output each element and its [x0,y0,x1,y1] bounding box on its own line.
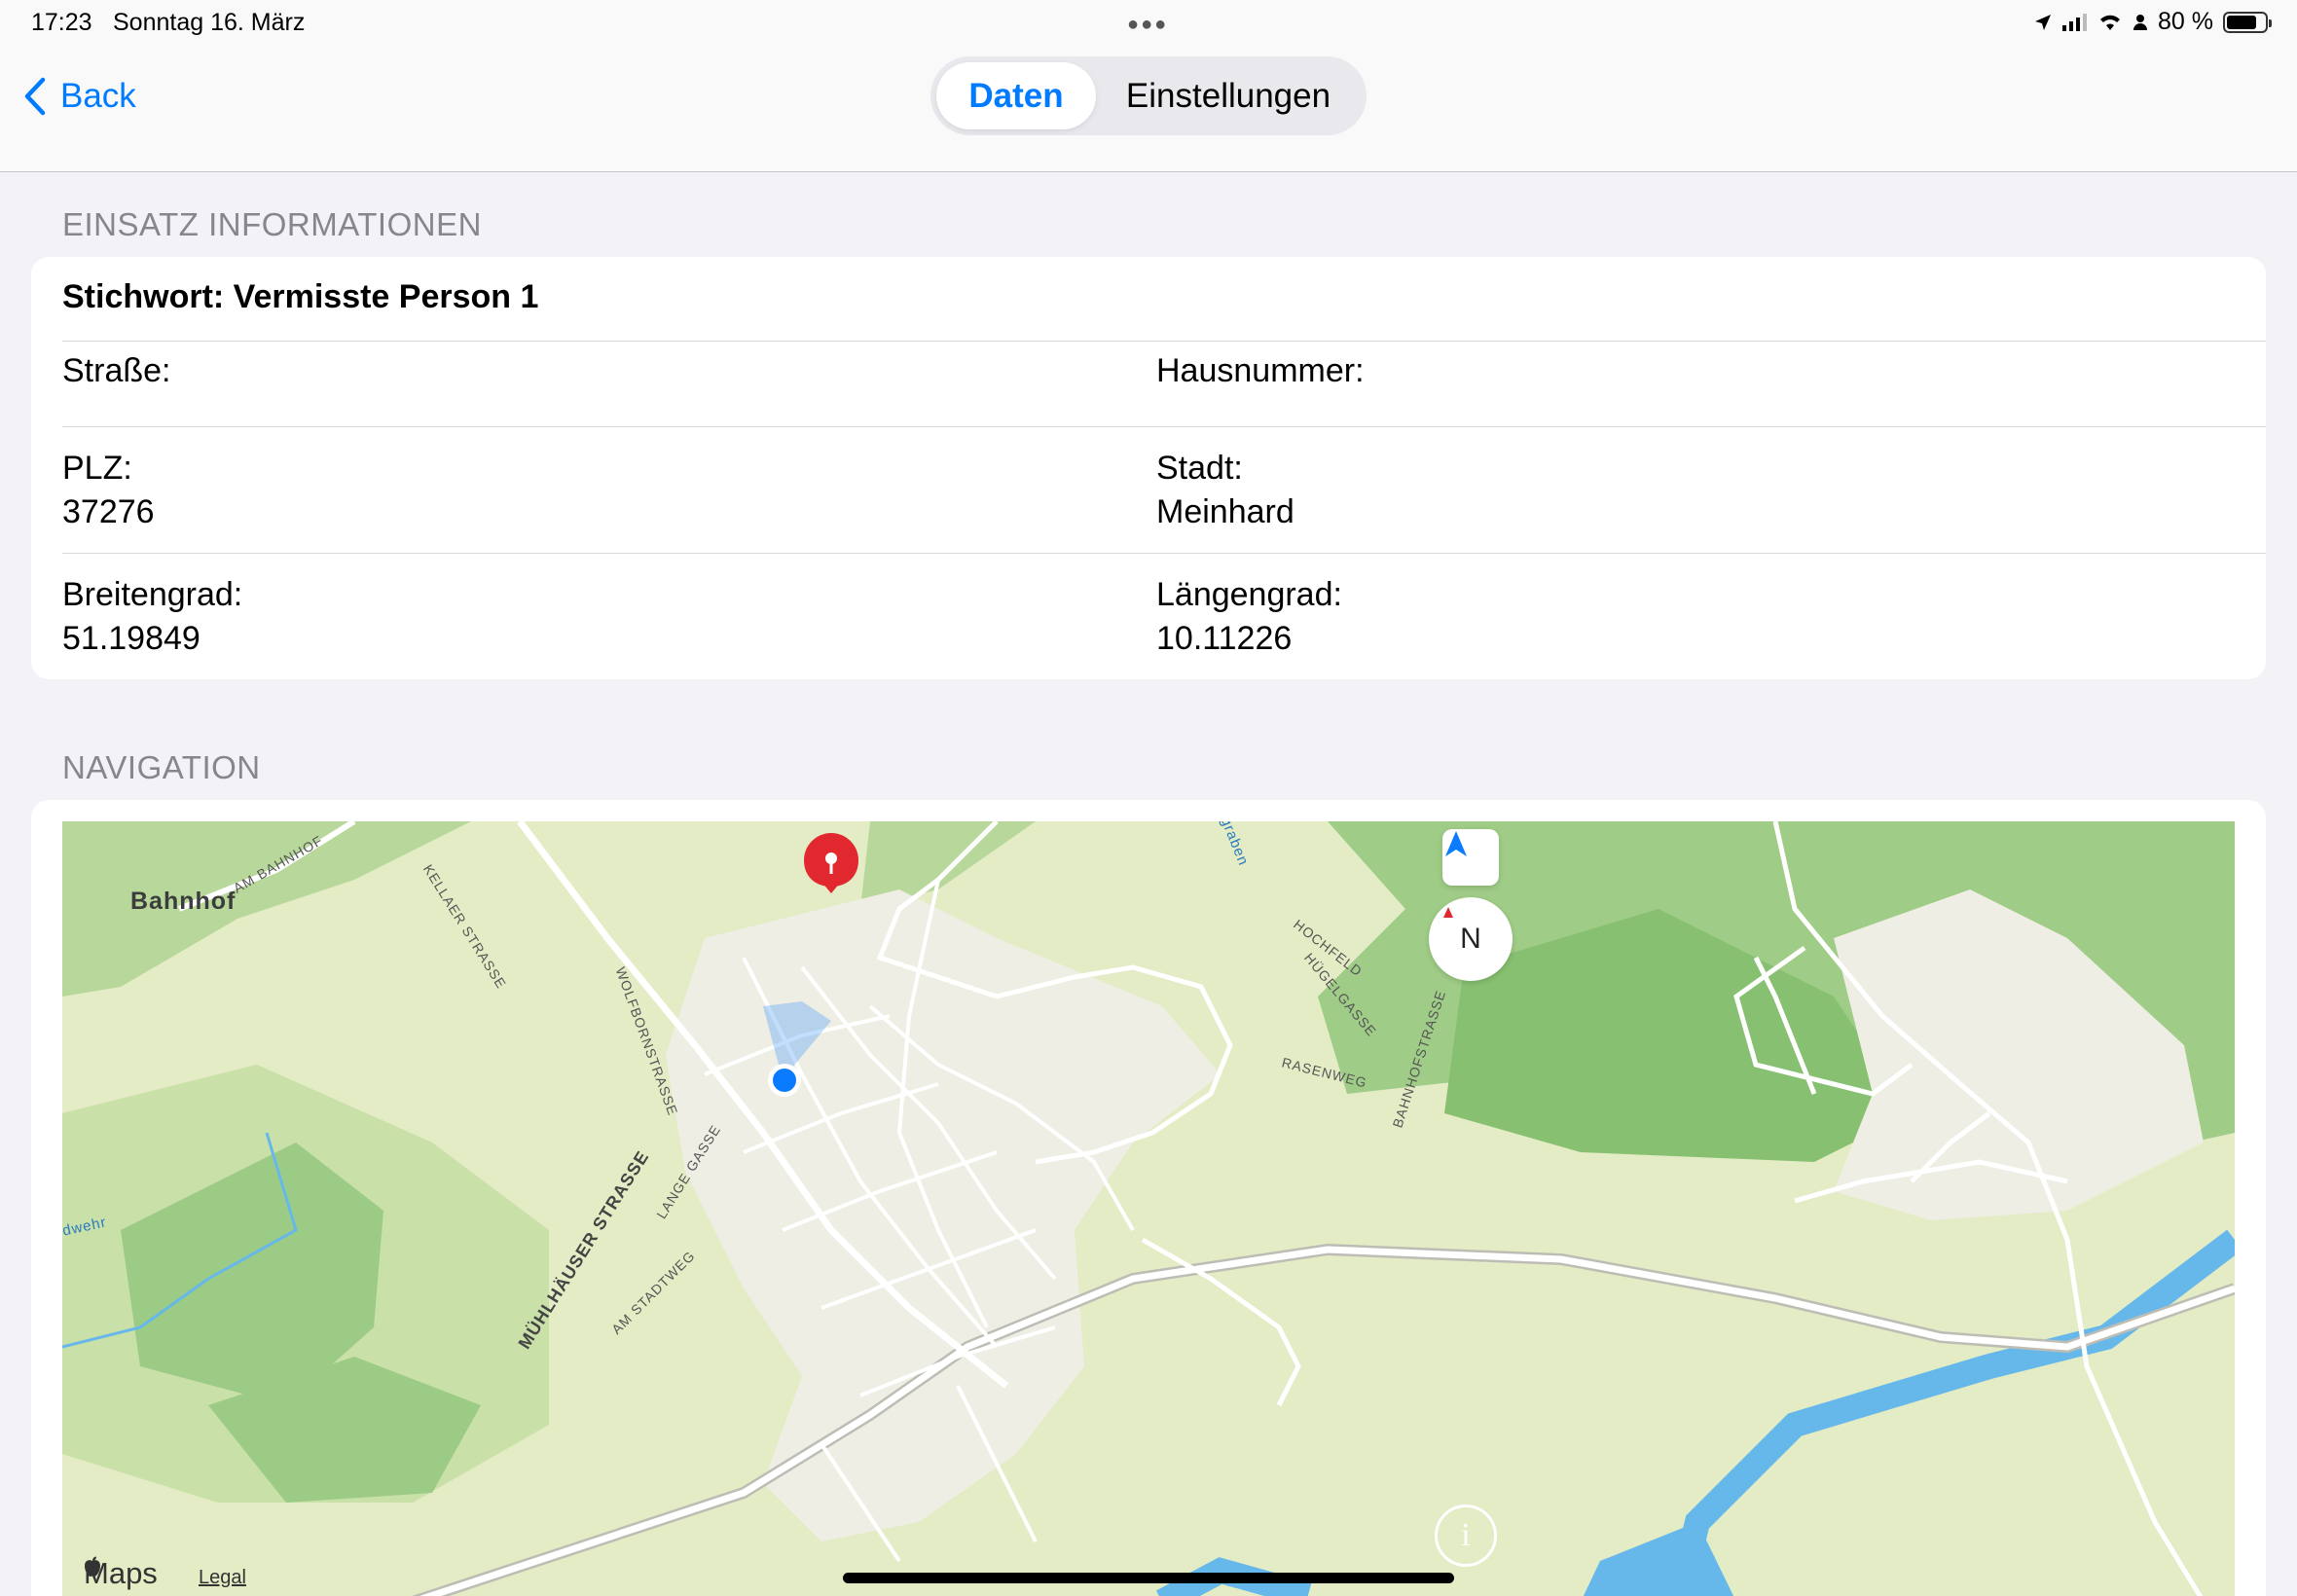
map-view[interactable]: Bahnhof AM BAHNHOF KELLAER STRASSE WOLFB… [62,821,2235,1596]
segment-daten[interactable]: Daten [936,62,1096,129]
status-bar: 17:23 Sonntag 16. März ●●● 80 % [0,0,2297,49]
apple-logo-icon [85,1556,100,1577]
tracking-mode-button[interactable] [1442,829,1499,886]
wifi-icon [2100,15,2121,30]
back-button[interactable]: Back [23,72,136,121]
chevron-left-icon [24,77,46,116]
segmented-control: Daten Einstellungen [930,56,1367,135]
plz-label: PLZ: [62,450,132,487]
person-icon [2133,14,2148,30]
status-indicators: 80 % [2033,8,2272,36]
status-date: Sonntag 16. März [113,9,306,36]
section-header-navigation: NAVIGATION [62,749,261,785]
laengengrad-value: 10.11226 [1156,620,1293,657]
compass-label: N [1460,923,1481,955]
home-indicator[interactable] [843,1573,1454,1583]
compass-button[interactable]: N [1429,897,1513,981]
apple-maps-attribution: Maps [84,1556,158,1591]
cellular-signal-icon [2062,13,2088,31]
compass-needle-icon [1443,907,1453,918]
navigation-bar: Back Daten Einstellungen [0,49,2297,172]
einsatz-title: Stichwort: Vermisste Person 1 [62,278,539,315]
map-label-bahnhof: Bahnhof [130,888,237,915]
status-time: 17:23 [31,9,92,36]
segment-einstellungen[interactable]: Einstellungen [1096,62,1361,129]
multitasking-dots-icon[interactable]: ●●● [1127,14,1168,36]
stadt-label: Stadt: [1156,450,1243,487]
divider [62,426,2266,427]
back-label: Back [60,77,136,115]
battery-percent: 80 % [2158,8,2213,35]
section-header-einsatz: EINSATZ INFORMATIONEN [62,206,482,242]
plz-value: 37276 [62,493,155,530]
divider [62,553,2266,554]
navigation-card: Bahnhof AM BAHNHOF KELLAER STRASSE WOLFB… [31,800,2266,1596]
stadt-value: Meinhard [1156,493,1294,530]
hausnummer-label: Hausnummer: [1156,352,1365,389]
breitengrad-value: 51.19849 [62,620,201,657]
battery-icon [2223,11,2272,33]
strasse-label: Straße: [62,352,171,389]
map-info-button[interactable]: i [1435,1505,1497,1567]
location-arrow-icon [2035,14,2052,30]
einsatz-card: Stichwort: Vermisste Person 1 Straße: Ha… [31,257,2266,679]
laengengrad-label: Längengrad: [1156,576,1342,613]
location-arrow-icon [1445,831,1467,856]
current-location-dot [773,1069,796,1092]
divider [62,341,2266,342]
breitengrad-label: Breitengrad: [62,576,243,613]
legal-link[interactable]: Legal [199,1567,246,1589]
map-canvas [62,821,2235,1596]
